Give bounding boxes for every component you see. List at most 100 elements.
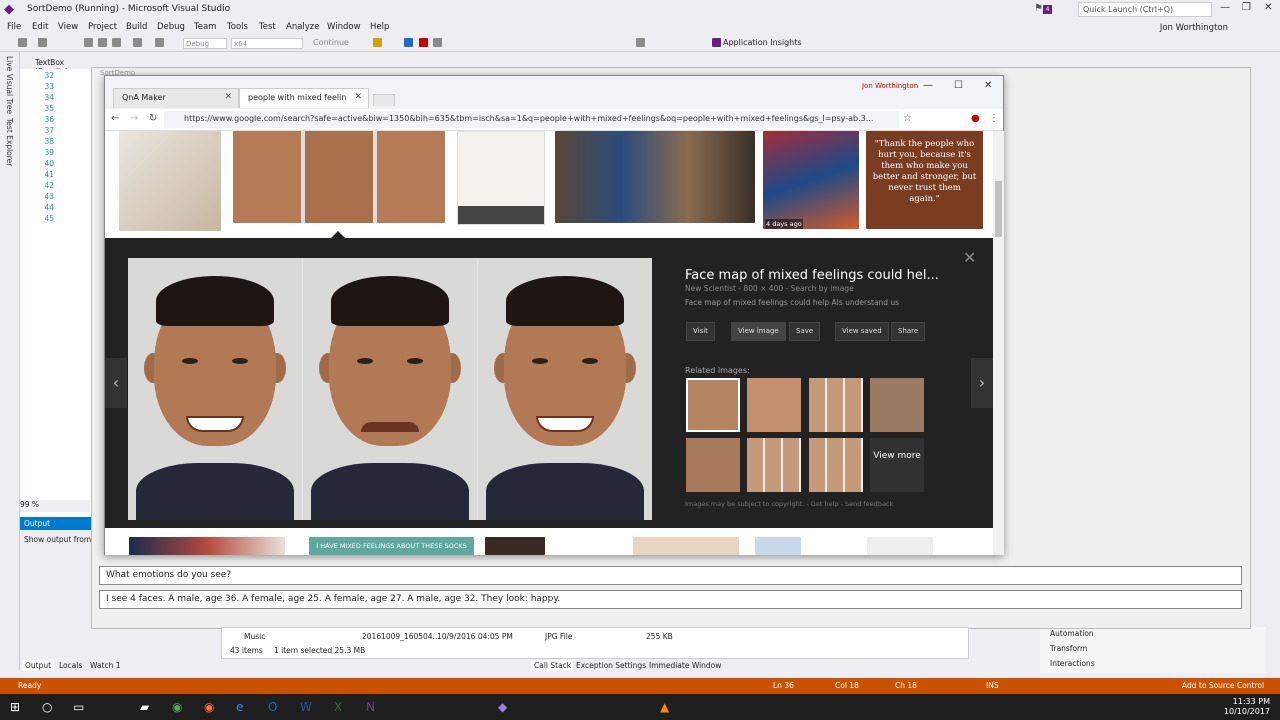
quote-thumbnail[interactable]: "Thank the people who hurt you, because … bbox=[866, 131, 983, 229]
previous-image-arrow[interactable]: ‹ bbox=[105, 358, 127, 408]
maximize-icon[interactable]: ❐ bbox=[1242, 2, 1251, 13]
editor-tab[interactable]: TextBox (Results) bbox=[20, 57, 100, 76]
onenote-icon[interactable]: N bbox=[366, 700, 375, 714]
tab-google-images[interactable]: people with mixed feelin ✕ bbox=[239, 88, 369, 108]
pause-icon[interactable] bbox=[404, 38, 413, 47]
new-tab-button[interactable] bbox=[373, 94, 395, 106]
tab-immediate-window[interactable]: Immediate Window bbox=[646, 660, 725, 671]
related-image[interactable] bbox=[870, 378, 924, 432]
address-bar[interactable]: https://www.google.com/search?safe=activ… bbox=[164, 111, 899, 128]
result-thumbnail[interactable] bbox=[555, 131, 755, 223]
bookmark-icon[interactable] bbox=[636, 38, 645, 47]
zoom-select[interactable]: 99 % bbox=[20, 500, 90, 512]
search-icon[interactable]: ○ bbox=[42, 700, 52, 714]
preview-image[interactable] bbox=[128, 258, 652, 520]
tab-test-explorer[interactable]: Test Explorer bbox=[5, 118, 14, 166]
tab-qna-maker[interactable]: QnA Maker ✕ bbox=[113, 88, 239, 108]
menu-debug[interactable]: Debug bbox=[157, 22, 185, 32]
related-image[interactable] bbox=[747, 438, 801, 492]
extension-icon[interactable]: ● bbox=[971, 113, 980, 124]
related-image[interactable] bbox=[686, 438, 740, 492]
save-all-icon[interactable] bbox=[112, 38, 121, 47]
menu-tools[interactable]: Tools bbox=[227, 22, 248, 32]
result-thumbnail[interactable]: 4 days ago bbox=[763, 131, 859, 229]
related-image[interactable] bbox=[686, 378, 740, 432]
menu-team[interactable]: Team bbox=[194, 22, 216, 32]
menu-test[interactable]: Test bbox=[259, 22, 276, 32]
result-thumbnail[interactable] bbox=[119, 131, 221, 231]
menu-window[interactable]: Window bbox=[327, 22, 361, 32]
result-thumbnail[interactable] bbox=[867, 537, 933, 555]
chrome-menu-icon[interactable]: ⋮ bbox=[989, 113, 999, 124]
chrome-minimize-icon[interactable]: — bbox=[923, 80, 933, 91]
close-icon[interactable]: ✕ bbox=[1264, 2, 1272, 13]
share-button[interactable]: Share bbox=[891, 322, 926, 341]
view-more-button[interactable]: View more bbox=[870, 438, 924, 492]
result-thumbnail[interactable] bbox=[755, 537, 801, 555]
close-tab-icon[interactable]: ✕ bbox=[224, 92, 232, 102]
next-image-arrow[interactable]: › bbox=[971, 358, 993, 408]
feedback-flag-icon[interactable]: ⚑ bbox=[1034, 3, 1043, 14]
tab-watch-1[interactable]: Watch 1 bbox=[87, 660, 124, 671]
result-thumbnail-selected[interactable] bbox=[233, 131, 445, 223]
result-thumbnail[interactable] bbox=[485, 537, 545, 555]
tree-item-transform[interactable]: Transform bbox=[1050, 644, 1087, 653]
excel-icon[interactable]: X bbox=[334, 700, 342, 714]
task-view-icon[interactable]: ▭ bbox=[73, 700, 84, 714]
menu-view[interactable]: View bbox=[58, 22, 78, 32]
question-box[interactable]: What emotions do you see? bbox=[99, 566, 1242, 585]
code-editor[interactable]: 32 33 34 35 36 37 38 39 40 41 42 43 44 4… bbox=[20, 69, 92, 519]
preview-source[interactable]: New Scientist - 800 × 400 - Search by im… bbox=[685, 284, 854, 293]
notification-badge[interactable]: 4 bbox=[1043, 5, 1052, 14]
menu-analyze[interactable]: Analyze bbox=[286, 22, 320, 32]
tab-output[interactable]: Output bbox=[22, 660, 55, 671]
preview-title[interactable]: Face map of mixed feelings could hel... bbox=[685, 268, 939, 283]
edge-icon[interactable]: e bbox=[236, 700, 243, 714]
tab-locals[interactable]: Locals bbox=[56, 660, 85, 671]
file-explorer-icon[interactable]: ▰ bbox=[140, 700, 149, 714]
file-name[interactable]: 20161009_160504... bbox=[362, 632, 440, 641]
related-image[interactable] bbox=[747, 378, 801, 432]
close-preview-icon[interactable]: ✕ bbox=[963, 248, 976, 267]
related-image[interactable] bbox=[809, 378, 863, 432]
result-thumbnail[interactable] bbox=[129, 537, 285, 555]
reload-icon[interactable]: ↻ bbox=[149, 113, 157, 124]
outlook-icon[interactable]: O bbox=[268, 700, 277, 714]
forward-arrow-icon[interactable]: → bbox=[130, 113, 138, 124]
visit-button[interactable]: Visit bbox=[686, 322, 715, 341]
bookmark-star-icon[interactable]: ☆ bbox=[903, 113, 912, 124]
visual-studio-taskbar-icon[interactable]: ◆ bbox=[498, 700, 507, 714]
save-icon[interactable] bbox=[98, 38, 107, 47]
user-name[interactable]: Jon Worthington bbox=[1160, 23, 1228, 33]
view-saved-button[interactable]: View saved bbox=[835, 322, 889, 341]
chrome-profile[interactable]: Jon Worthington bbox=[862, 82, 918, 90]
chrome-maximize-icon[interactable]: ☐ bbox=[954, 80, 963, 91]
menu-build[interactable]: Build bbox=[126, 22, 147, 32]
back-icon[interactable] bbox=[18, 38, 27, 47]
tree-item-interactions[interactable]: Interactions bbox=[1050, 659, 1095, 668]
menu-project[interactable]: Project bbox=[88, 22, 117, 32]
redo-icon[interactable] bbox=[155, 38, 164, 47]
word-icon[interactable]: W bbox=[300, 700, 312, 714]
related-image[interactable] bbox=[809, 438, 863, 492]
copyright-disclaimer[interactable]: Images may be subject to copyright. - Ge… bbox=[685, 500, 893, 508]
chrome-close-icon[interactable]: ✕ bbox=[984, 80, 992, 91]
open-icon[interactable] bbox=[84, 38, 93, 47]
flame-icon[interactable] bbox=[373, 38, 382, 47]
app-insights-icon[interactable] bbox=[712, 38, 721, 47]
result-thumbnail[interactable] bbox=[633, 537, 739, 555]
app-insights-button[interactable]: Application Insights bbox=[723, 38, 802, 47]
forward-icon[interactable] bbox=[38, 38, 47, 47]
minimize-icon[interactable]: — bbox=[1220, 2, 1230, 13]
windows-start-icon[interactable]: ⊞ bbox=[10, 700, 20, 714]
system-clock[interactable]: 11:33 PM 10/10/2017 bbox=[1224, 697, 1270, 717]
menu-help[interactable]: Help bbox=[370, 22, 389, 32]
vlc-icon[interactable]: ▲ bbox=[660, 700, 669, 714]
restart-icon[interactable] bbox=[433, 38, 442, 47]
close-tab-icon[interactable]: ✕ bbox=[354, 92, 362, 102]
platform-select[interactable]: x64 bbox=[231, 38, 303, 49]
chrome-icon[interactable]: ◉ bbox=[172, 700, 182, 714]
continue-button[interactable]: Continue bbox=[313, 38, 349, 47]
tab-exception-settings[interactable]: Exception Settings bbox=[573, 660, 650, 671]
music-folder-item[interactable]: Music bbox=[244, 632, 265, 641]
